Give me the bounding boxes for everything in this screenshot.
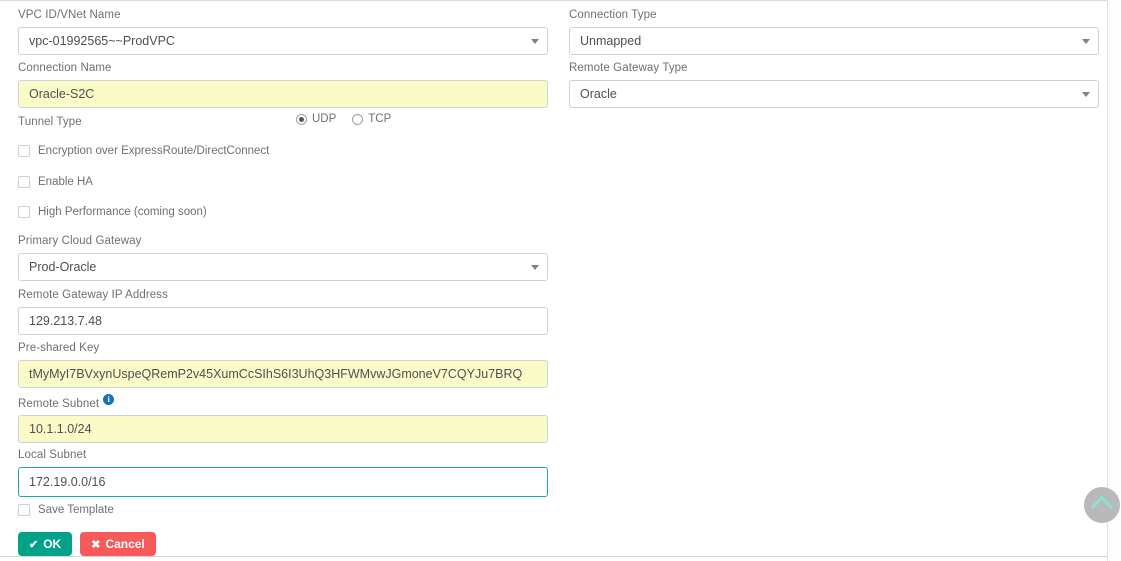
remote-subnet-label: Remote Subnet i xyxy=(18,394,548,411)
close-icon: ✖ xyxy=(91,538,100,551)
check-icon: ✔ xyxy=(29,538,38,551)
checkbox-label: Encryption over ExpressRoute/DirectConne… xyxy=(38,145,269,157)
remote-gateway-type-label: Remote Gateway Type xyxy=(569,61,1099,75)
primary-cloud-gateway-label: Primary Cloud Gateway xyxy=(18,234,548,248)
info-icon[interactable]: i xyxy=(103,394,114,405)
radio-option-udp[interactable]: UDP xyxy=(296,113,336,125)
remote-gateway-type-select[interactable]: Oracle xyxy=(569,80,1099,108)
local-subnet-label: Local Subnet xyxy=(18,448,548,462)
checkbox-box xyxy=(18,504,30,516)
field-remote-gateway-type: Remote Gateway Type Oracle xyxy=(569,61,1099,108)
field-pre-shared-key: Pre-shared Key tMyMyI7BVxynUspeQRemP2v45… xyxy=(18,341,548,388)
checkbox-encryption-over-expressroute[interactable]: Encryption over ExpressRoute/DirectConne… xyxy=(18,145,269,157)
field-remote-subnet: Remote Subnet i 10.1.1.0/24 xyxy=(18,394,548,443)
right-gutter xyxy=(1108,0,1121,561)
field-connection-name: Connection Name Oracle-S2C xyxy=(18,61,548,108)
form-actions: ✔ OK ✖ Cancel xyxy=(18,532,164,556)
field-connection-type: Connection Type Unmapped xyxy=(569,8,1099,55)
scroll-to-top-button[interactable] xyxy=(1084,487,1120,523)
field-vpc-id: VPC ID/VNet Name vpc-01992565~~ProdVPC xyxy=(18,8,548,55)
checkbox-high-performance[interactable]: High Performance (coming soon) xyxy=(18,206,207,218)
vpn-connection-form-page: VPC ID/VNet Name vpc-01992565~~ProdVPC C… xyxy=(0,0,1121,561)
remote-subnet-input[interactable]: 10.1.1.0/24 xyxy=(18,415,548,443)
checkbox-label: Save Template xyxy=(38,504,114,516)
field-remote-gateway-ip: Remote Gateway IP Address 129.213.7.48 xyxy=(18,288,548,335)
connection-type-label: Connection Type xyxy=(569,8,1099,22)
pre-shared-key-input[interactable]: tMyMyI7BVxynUspeQRemP2v45XumCcSIhS6I3UhQ… xyxy=(18,360,548,388)
connection-name-input[interactable]: Oracle-S2C xyxy=(18,80,548,108)
checkbox-enable-ha[interactable]: Enable HA xyxy=(18,176,93,188)
cancel-button[interactable]: ✖ Cancel xyxy=(80,532,156,556)
checkbox-box xyxy=(18,145,30,157)
radio-udp-indicator xyxy=(296,114,307,125)
ok-button[interactable]: ✔ OK xyxy=(18,532,72,556)
radio-option-tcp[interactable]: TCP xyxy=(352,113,391,125)
ok-button-label: OK xyxy=(43,537,61,551)
connection-name-label: Connection Name xyxy=(18,61,548,75)
vpc-id-select[interactable]: vpc-01992565~~ProdVPC xyxy=(18,27,548,55)
field-local-subnet: Local Subnet 172.19.0.0/16 xyxy=(18,448,548,497)
remote-gateway-ip-input[interactable]: 129.213.7.48 xyxy=(18,307,548,335)
field-tunnel-type: Tunnel Type xyxy=(18,115,82,129)
tunnel-type-radio-group: UDP TCP xyxy=(296,113,407,125)
tunnel-type-label: Tunnel Type xyxy=(18,115,82,129)
chevron-up-icon xyxy=(1091,496,1114,519)
checkbox-box xyxy=(18,176,30,188)
top-divider xyxy=(0,0,1107,1)
radio-udp-label: UDP xyxy=(312,113,336,125)
pre-shared-key-label: Pre-shared Key xyxy=(18,341,548,355)
checkbox-label: High Performance (coming soon) xyxy=(38,206,207,218)
radio-tcp-label: TCP xyxy=(368,113,391,125)
local-subnet-input[interactable]: 172.19.0.0/16 xyxy=(18,467,548,497)
remote-subnet-label-text: Remote Subnet xyxy=(18,398,99,410)
remote-gateway-ip-label: Remote Gateway IP Address xyxy=(18,288,548,302)
bottom-divider xyxy=(0,556,1107,557)
field-primary-cloud-gateway: Primary Cloud Gateway Prod-Oracle xyxy=(18,234,548,281)
checkbox-label: Enable HA xyxy=(38,176,93,188)
radio-tcp-indicator xyxy=(352,114,363,125)
vpc-id-label: VPC ID/VNet Name xyxy=(18,8,548,22)
connection-type-select[interactable]: Unmapped xyxy=(569,27,1099,55)
checkbox-save-template[interactable]: Save Template xyxy=(18,504,114,516)
checkbox-box xyxy=(18,206,30,218)
cancel-button-label: Cancel xyxy=(105,537,144,551)
primary-cloud-gateway-select[interactable]: Prod-Oracle xyxy=(18,253,548,281)
